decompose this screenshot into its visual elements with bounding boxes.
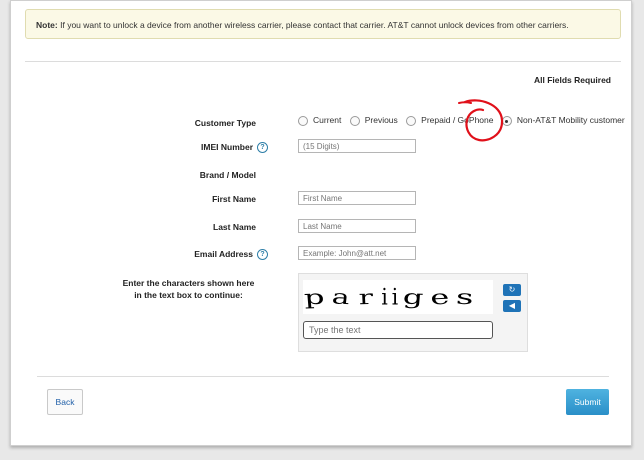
first-name-input[interactable] [298,191,416,205]
refresh-icon: ↻ [508,285,516,294]
captcha-char: e [428,284,457,310]
captcha-char: r [357,284,380,310]
radio-option-non-att[interactable]: Non-AT&T Mobility customer [501,115,625,127]
bottom-divider [37,376,609,377]
imei-label: IMEI Number [201,142,253,152]
captcha-image: p a r i i g e s [303,280,493,314]
unlock-form-panel: Note: If you want to unlock a device fro… [10,0,632,446]
radio-option-current[interactable]: Current [298,115,342,127]
required-fields-text: All Fields Required [534,75,611,85]
imei-input[interactable] [298,139,416,153]
last-name-input[interactable] [298,219,416,233]
captcha-input[interactable] [303,321,493,339]
imei-label-wrap: IMEI Number? [161,142,268,154]
radio-current[interactable] [298,116,308,127]
question-circle-icon[interactable]: ? [257,249,268,261]
captcha-audio-button[interactable]: ◀ [503,300,521,312]
back-button[interactable]: Back [47,389,83,415]
audio-play-icon: ◀ [508,301,516,310]
captcha-label-line2: in the text box to continue: [134,290,243,300]
radio-prepaid[interactable] [406,116,417,127]
captcha-refresh-button[interactable]: ↻ [503,284,521,296]
captcha-char: i [381,283,392,311]
email-label: Email Address [194,249,253,259]
radio-previous[interactable] [349,116,360,127]
radio-non-att-label: Non-AT&T Mobility customer [516,115,625,126]
radio-current-label: Current [313,115,342,126]
captcha-char: a [330,284,357,310]
question-circle-icon[interactable]: ? [257,142,268,154]
brand-model-label: Brand / Model [199,170,256,180]
radio-option-previous[interactable]: Previous [349,115,398,127]
captcha-char: s [455,284,481,310]
annotation-circle [458,99,504,142]
captcha-label: Enter the characters shown here in the t… [121,277,256,301]
email-input[interactable] [298,246,416,260]
captcha-char: i [391,283,403,311]
submit-button[interactable]: Submit [566,389,609,415]
captcha-char: p [302,284,332,310]
captcha-char: g [402,284,431,310]
first-name-label: First Name [212,194,256,204]
customer-type-label: Customer Type [194,118,256,128]
note-text: If you want to unlock a device from anot… [60,20,569,30]
note-strong: Note: [36,20,58,30]
captcha-label-line1: Enter the characters shown here [122,278,255,288]
last-name-label: Last Name [213,222,256,232]
top-divider [25,61,621,62]
email-label-wrap: Email Address? [161,249,268,261]
carrier-note: Note: If you want to unlock a device fro… [25,9,621,39]
captcha-widget: p a r i i g e s ↻ ◀ [298,273,528,352]
radio-previous-label: Previous [364,115,398,126]
